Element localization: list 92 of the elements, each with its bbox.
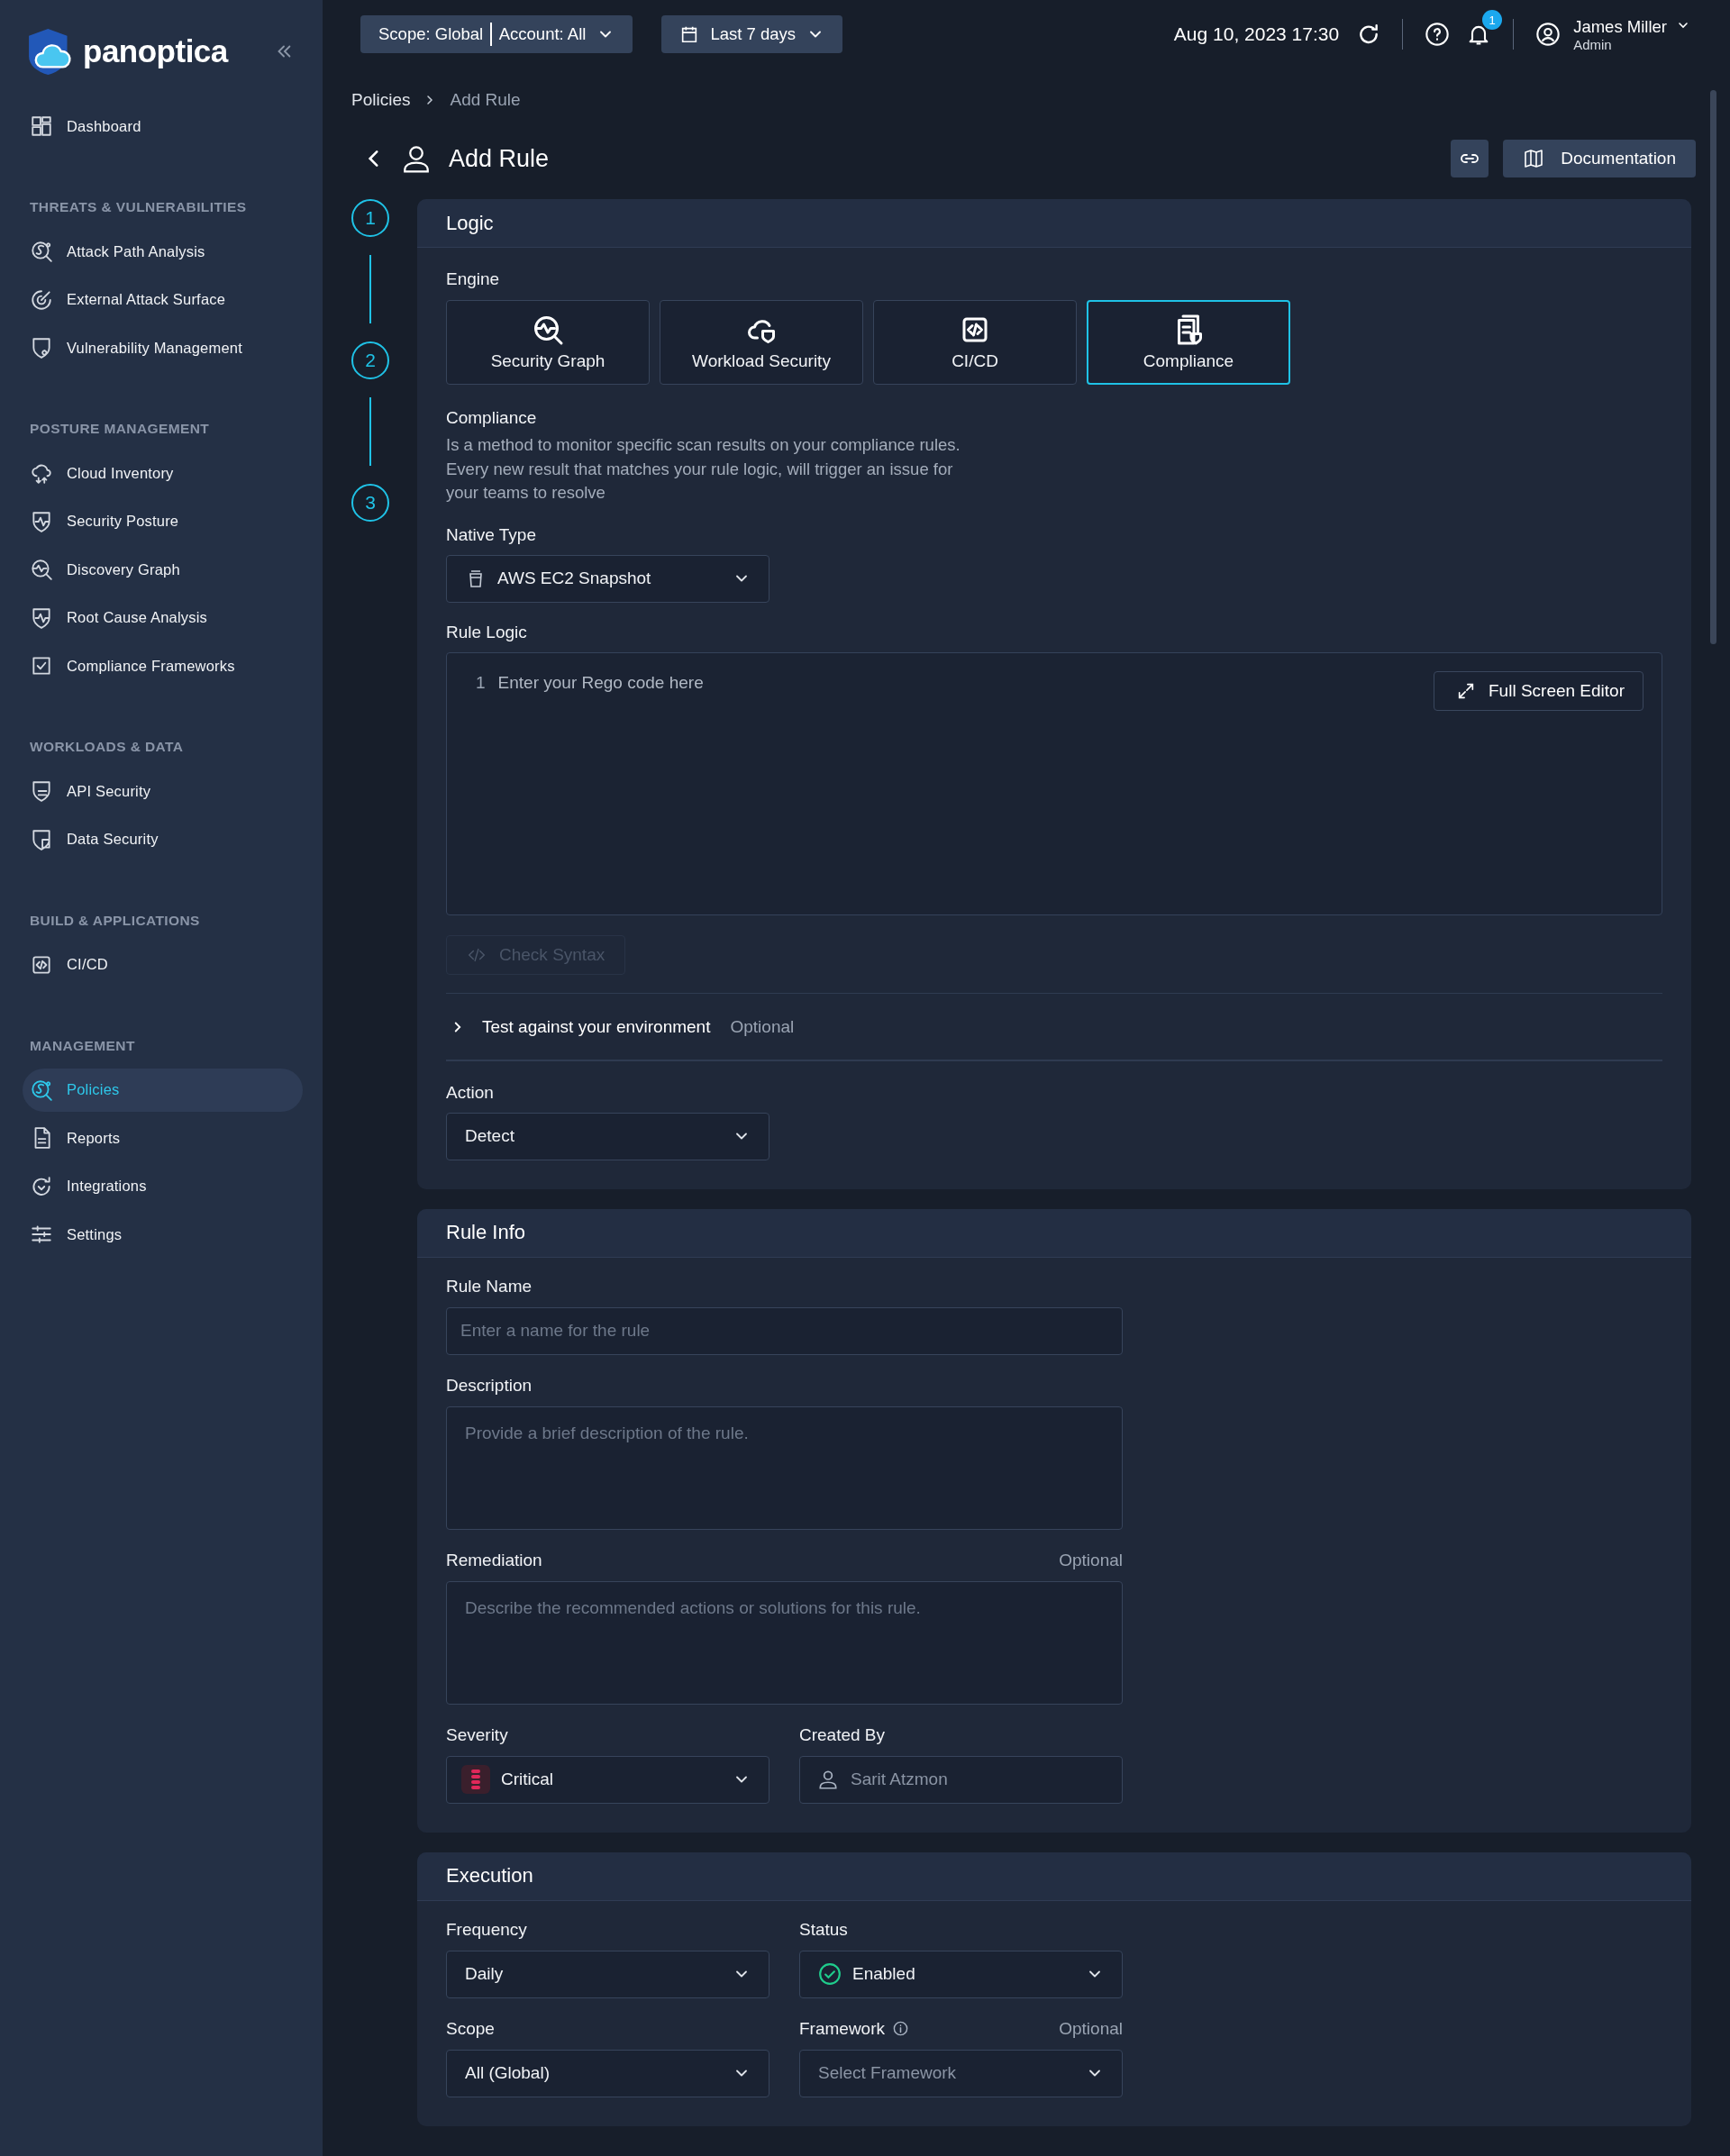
step-indicator: 2	[351, 341, 389, 379]
section-heading: MANAGEMENT	[29, 1036, 136, 1055]
engine-option[interactable]: Compliance	[1087, 300, 1290, 385]
brand-name: panoptica	[83, 33, 228, 69]
nav-item[interactable]: Cloud Inventory	[23, 451, 303, 495]
select-dropdown[interactable]: Detect	[446, 1112, 769, 1160]
shield-icon	[30, 779, 53, 803]
nav-item[interactable]: Vulnerability Management	[23, 326, 303, 369]
frame-check-icon	[30, 654, 53, 678]
engine-option[interactable]: CI/CD	[873, 300, 1077, 385]
scope-selector[interactable]: Scope: Global Account: All	[360, 15, 633, 53]
section-heading: BUILD & APPLICATIONS	[29, 911, 201, 930]
select-dropdown[interactable]: Enabled	[799, 1950, 1123, 1998]
created-by-field: Sarit Atzmon	[799, 1755, 1123, 1804]
section-heading: POSTURE MANAGEMENT	[29, 420, 211, 438]
nav-item[interactable]: Root Cause Analysis	[23, 596, 303, 640]
field-label: Created By	[799, 1724, 886, 1745]
code-editor[interactable]: 1 Enter your Rego code here Full Screen Editor	[446, 651, 1662, 915]
select-dropdown[interactable]: Critical	[446, 1755, 769, 1804]
field-label: Frequency	[446, 1919, 527, 1940]
nav-item[interactable]: CI/CD	[23, 942, 303, 987]
target-icon	[30, 287, 53, 312]
full-screen-editor-button[interactable]: Full Screen Editor	[1434, 670, 1644, 711]
field-label: Remediation	[446, 1550, 542, 1570]
field-label: Status	[799, 1919, 848, 1940]
field-label: Scope	[446, 2018, 495, 2039]
severity-icon	[461, 1765, 490, 1794]
engine-description: Is a method to monitor specific scan results on your compliance rules. Every new result that matches your rule logic, will trigger an issue for your teams to resolve	[446, 434, 961, 504]
field-label: Rule Name	[446, 1276, 533, 1296]
copy-link-button[interactable]	[1451, 140, 1489, 177]
editor-placeholder: Enter your Rego code here	[497, 672, 704, 693]
nav-item[interactable]: Security Posture	[23, 499, 303, 543]
nav-item[interactable]: External Attack Surface	[23, 277, 303, 322]
card-title: Logic	[446, 211, 494, 235]
field-label: Rule Logic	[446, 622, 528, 642]
nav-item[interactable]: Discovery Graph	[23, 548, 303, 591]
search-s-icon	[30, 1078, 53, 1102]
nav-item[interactable]: Settings	[23, 1213, 303, 1256]
step-indicator: 3	[351, 484, 389, 522]
select-dropdown[interactable]: AWS EC2 Snapshot	[446, 554, 769, 603]
shield-pulse-icon	[30, 605, 53, 630]
field-label: Action	[446, 1082, 495, 1103]
engine-option[interactable]: Security Graph	[446, 300, 650, 385]
field-label: Native Type	[446, 524, 537, 545]
search-s-icon	[30, 240, 53, 263]
optional-label: Optional	[1059, 2018, 1123, 2039]
nav-item[interactable]: Integrations	[23, 1164, 303, 1208]
nav-item[interactable]: Dashboard	[23, 105, 303, 148]
select-dropdown[interactable]: Daily	[446, 1950, 769, 1998]
test-environment-toggle[interactable]: Test against your environment Optional	[446, 1012, 1662, 1042]
user-name[interactable]: James Miller	[1573, 16, 1667, 37]
text-field[interactable]: Enter a name for the rule	[446, 1306, 1123, 1355]
card-title: Rule Info	[446, 1221, 526, 1244]
shield-pulse-icon	[30, 509, 53, 533]
field-label: Severity	[446, 1724, 508, 1745]
user-role: Admin	[1573, 36, 1613, 52]
section-heading: THREATS & VULNERABILITIES	[29, 198, 248, 216]
scrollbar[interactable]	[1710, 90, 1716, 644]
refresh-icon	[30, 1174, 53, 1198]
nav-item[interactable]: Attack Path Analysis	[23, 230, 303, 273]
timestamp: Aug 10, 2023 17:30	[1173, 23, 1340, 45]
nav-item[interactable]: Data Security	[23, 817, 303, 861]
field-label: Description	[446, 1375, 533, 1396]
field-label: Engine	[446, 269, 501, 289]
select-dropdown[interactable]: All (Global)	[446, 2049, 769, 2097]
search-pulse-icon	[532, 314, 564, 346]
optional-label: Optional	[1059, 1550, 1123, 1570]
breadcrumb-item[interactable]: Policies	[351, 90, 411, 110]
nav-item[interactable]: Compliance Frameworks	[23, 644, 303, 687]
engine-title: Compliance	[446, 408, 538, 428]
breadcrumb-item: Add Rule	[450, 90, 521, 110]
field-label: Framework	[799, 2018, 885, 2039]
nav-item[interactable]: Reports	[23, 1116, 303, 1160]
search-pulse-icon	[30, 558, 53, 581]
nav-item[interactable]: Policies	[23, 1068, 303, 1112]
help-icon[interactable]	[1425, 22, 1451, 47]
notification-badge: 1	[1482, 10, 1503, 30]
user-avatar-icon[interactable]	[1535, 22, 1562, 47]
select-dropdown[interactable]: Select Framework	[799, 2049, 1123, 2097]
section-heading: WORKLOADS & DATA	[29, 738, 185, 756]
documentation-button[interactable]: Documentation	[1503, 140, 1696, 177]
step-indicator: 1	[351, 199, 389, 237]
check-circle-icon	[818, 1962, 842, 1986]
line-number: 1	[476, 672, 486, 693]
page-title: Add Rule	[449, 144, 550, 173]
dashboard-icon	[30, 114, 53, 138]
date-range-selector[interactable]: Last 7 days	[661, 15, 842, 53]
text-area[interactable]: Provide a brief description of the rule.	[446, 1405, 1123, 1530]
text-area[interactable]: Describe the recommended actions or solutions for this rule.	[446, 1580, 1123, 1705]
engine-option[interactable]: Workload Security	[660, 300, 863, 385]
nav-item[interactable]: API Security	[23, 769, 303, 813]
card-title: Execution	[446, 1864, 533, 1888]
